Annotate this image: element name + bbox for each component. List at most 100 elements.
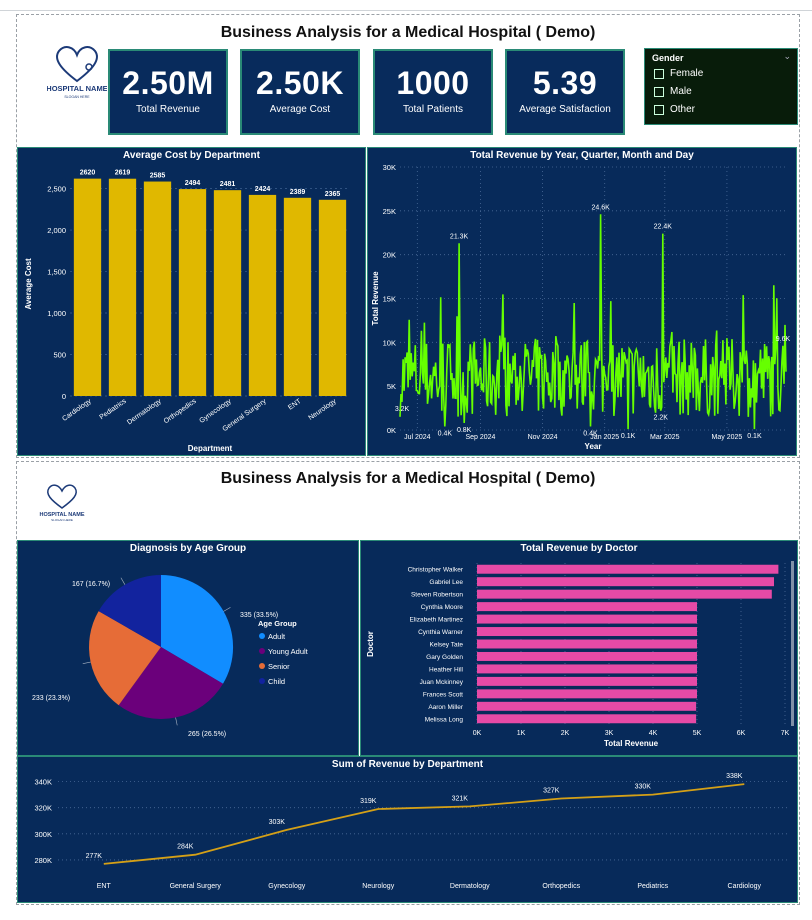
x-tick-label: Neurology	[362, 883, 394, 890]
x-tick-label: Neurology	[307, 398, 338, 422]
x-tick-label: Orthopedics	[163, 398, 198, 426]
data-label: 2481	[220, 181, 236, 188]
bar	[477, 676, 697, 686]
y-tick-label: 320K	[34, 804, 52, 813]
x-tick-label: Nov 2024	[528, 434, 558, 441]
y-axis-title: Total Revenue	[371, 271, 380, 326]
y-tick-label: Heather Hill	[429, 666, 464, 673]
kpi-average-satisfaction: 5.39 Average Satisfaction	[505, 49, 625, 135]
bar	[477, 577, 774, 587]
chart-title: Average Cost by Department	[123, 150, 260, 161]
chevron-down-icon[interactable]: ⌄	[783, 51, 791, 62]
data-label: 0.1K	[747, 433, 762, 440]
x-tick-label: 3K	[605, 730, 614, 737]
data-label: 2494	[185, 180, 201, 187]
leader-line	[120, 577, 126, 585]
slicer-option-other[interactable]: Other	[654, 104, 695, 115]
y-tick-label: Gary Golden	[426, 654, 463, 661]
revenue-doctor-panel: Total Revenue by Doctor 0K 1K 2K 3K 4K 5K 6K 7K…	[360, 540, 798, 756]
bar	[108, 178, 137, 396]
hospital-logo: HOSPITAL NAME SLOGAN HERE	[39, 482, 85, 527]
data-label: 2620	[80, 170, 96, 177]
page-title: Business Analysis for a Medical Hospital…	[220, 24, 596, 41]
page-title: Business Analysis for a Medical Hospital…	[220, 470, 596, 487]
data-label: 2585	[150, 173, 166, 180]
logo-tagline: SLOGAN HERE	[51, 518, 73, 522]
y-tick-label: 30K	[383, 163, 396, 172]
data-label: 22.4K	[654, 224, 673, 231]
y-axis-title: Average Cost	[24, 258, 33, 310]
data-label: 265 (26.5%)	[188, 731, 226, 738]
checkbox[interactable]	[654, 86, 664, 97]
leader-line	[175, 717, 178, 726]
bar	[477, 639, 697, 649]
data-label: 9.6K	[776, 336, 791, 343]
data-label: 233 (23.3%)	[32, 695, 70, 702]
gender-slicer[interactable]: Gender ⌄ Female Male Other	[644, 48, 798, 125]
legend-marker	[259, 678, 265, 684]
x-tick-label: Jul 2024	[404, 434, 431, 441]
data-label: 277K	[86, 853, 103, 860]
y-tick-label: 20K	[383, 251, 396, 260]
data-label: 2619	[115, 170, 131, 177]
bar	[143, 181, 172, 396]
data-label: 2389	[290, 189, 306, 196]
revenue-doctor-chart: 0K 1K 2K 3K 4K 5K 6K 7K Christopher Walker Gabrie…	[366, 561, 794, 748]
y-tick-label: 10K	[383, 338, 396, 347]
data-label: 0.8K	[457, 427, 472, 434]
x-tick-label: Gynecology	[198, 398, 233, 425]
x-tick-label: Pediatrics	[98, 398, 128, 422]
checkbox[interactable]	[654, 68, 664, 79]
data-label: 2365	[325, 191, 341, 198]
x-tick-label: May 2025	[712, 434, 743, 441]
y-tick-label: 300K	[34, 830, 52, 839]
x-tick-label: General Surgery	[170, 883, 222, 890]
revenue-dept-chart: 280K 300K 320K 340K 277K ENT 284K General Surge…	[34, 773, 790, 890]
data-label: 3.2K	[395, 406, 410, 413]
dashboard-page-1: Business Analysis for a Medical Hospital…	[16, 14, 800, 458]
revenue-time-chart: 0K 5K 10K 15K 20K 25K 30K Jul 2024 Sep 2024 Nov 2…	[371, 163, 791, 451]
kpi-value: 5.39	[532, 65, 598, 101]
y-axis-title: Doctor	[366, 631, 375, 657]
series-line	[103, 783, 745, 865]
x-tick-label: Gynecology	[268, 883, 305, 890]
leader-line	[223, 607, 231, 612]
x-tick-label: Mar 2025	[650, 434, 680, 441]
data-label: 0.4K	[438, 430, 453, 437]
checkbox[interactable]	[654, 104, 664, 115]
legend-label: Adult	[268, 632, 286, 641]
data-label: 303K	[269, 819, 286, 826]
logo-tagline: SLOGAN HERE	[64, 95, 90, 99]
data-label: 21.3K	[450, 233, 469, 240]
legend-label: Senior	[268, 662, 290, 671]
kpi-total-revenue: 2.50M Total Revenue	[108, 49, 228, 135]
y-tick-label: 15K	[383, 295, 396, 304]
kpi-label: Average Satisfaction	[519, 104, 611, 115]
data-label: 2424	[255, 186, 271, 193]
kpi-label: Average Cost	[269, 104, 331, 115]
hospital-logo: HOSPITAL NAME SLOGAN HERE	[46, 41, 108, 108]
data-label: 24.6K	[591, 204, 610, 211]
x-tick-label: 5K	[693, 730, 702, 737]
x-tick-label: Dermatology	[126, 398, 163, 427]
kpi-value: 2.50K	[256, 65, 344, 101]
slicer-option-female[interactable]: Female	[654, 68, 703, 79]
kpi-label: Total Revenue	[136, 104, 200, 115]
y-tick-label: 2,000	[47, 226, 66, 235]
legend-title: Age Group	[258, 619, 297, 628]
bar	[283, 197, 312, 396]
x-tick-label: 0K	[473, 730, 482, 737]
avg-cost-panel: Average Cost by Department 0 500 1,000 1,50…	[17, 147, 366, 456]
y-tick-label: 500	[53, 351, 66, 360]
x-axis-title: Total Revenue	[604, 739, 659, 748]
slicer-option-male[interactable]: Male	[654, 86, 692, 97]
x-tick-label: Sep 2024	[465, 434, 495, 441]
x-tick-label: 1K	[517, 730, 526, 737]
y-tick-label: Juan Mckinney	[420, 679, 464, 686]
dashboard-page-2: Business Analysis for a Medical Hospital…	[16, 461, 800, 905]
y-tick-label: 5K	[387, 382, 396, 391]
y-tick-label: Kelsey Tate	[430, 642, 464, 649]
bar	[477, 651, 697, 661]
kpi-average-cost: 2.50K Average Cost	[240, 49, 360, 135]
x-tick-label: Cardiology	[728, 883, 762, 890]
